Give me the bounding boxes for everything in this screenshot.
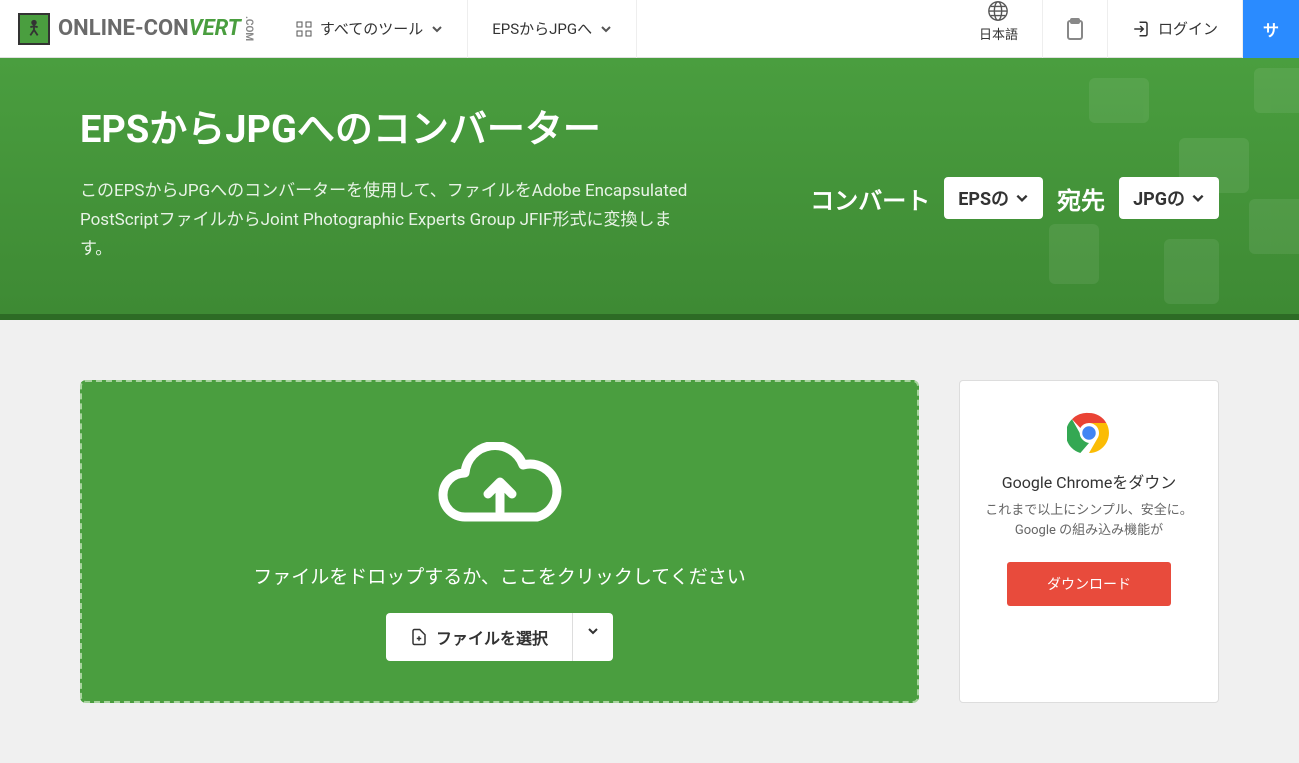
clipboard-icon: [1063, 17, 1087, 41]
signup-button[interactable]: サ: [1243, 0, 1299, 58]
chevron-down-icon: [431, 23, 443, 35]
file-select-label: ファイルを選択: [436, 625, 548, 649]
hero: EPSからJPGへのコンバーター このEPSからJPGへのコンバーターを使用して…: [0, 58, 1299, 314]
hero-row: このEPSからJPGへのコンバーターを使用して、ファイルをAdobe Encap…: [80, 177, 1219, 264]
to-format-label: JPGの: [1133, 185, 1185, 211]
logo-text-1: ONLINE: [58, 16, 135, 41]
ad-download-button[interactable]: ダウンロード: [1007, 562, 1171, 606]
grid-icon: [296, 21, 312, 37]
to-format-button[interactable]: JPGの: [1119, 177, 1219, 219]
nav-all-tools-label: すべてのツール: [320, 18, 423, 39]
chevron-down-icon: [1191, 191, 1205, 205]
chevron-down-icon: [587, 625, 599, 637]
logo-icon: [18, 13, 50, 45]
page-title: EPSからJPGへのコンバーター: [80, 98, 1219, 153]
dropzone-text: ファイルをドロップするか、ここをクリックしてください: [122, 562, 877, 589]
login-icon: [1132, 20, 1150, 38]
nav-login-label: ログイン: [1158, 18, 1218, 39]
hero-description: このEPSからJPGへのコンバーターを使用して、ファイルをAdobe Encap…: [80, 177, 700, 264]
chevron-down-icon: [1015, 191, 1029, 205]
nav-conversion[interactable]: EPSからJPGへ: [468, 0, 637, 58]
file-select-group: ファイルを選択: [386, 613, 613, 661]
nav-language-label: 日本語: [979, 24, 1018, 43]
from-format-label: EPSの: [958, 185, 1009, 211]
file-add-icon: [410, 628, 428, 646]
logo[interactable]: ONLINE-CONVERT.COM: [0, 13, 272, 45]
main: ファイルをドロップするか、ここをクリックしてください ファイルを選択 Googl…: [0, 320, 1299, 763]
to-label: 宛先: [1057, 181, 1105, 216]
chevron-down-icon: [600, 23, 612, 35]
header: ONLINE-CONVERT.COM すべてのツール EPSからJPGへ 日本語…: [0, 0, 1299, 58]
logo-text-2: -CON: [135, 16, 189, 41]
ad-title: Google Chromeをダウン: [980, 469, 1198, 493]
file-select-dropdown[interactable]: [572, 613, 613, 661]
chrome-logo-icon: [1067, 411, 1111, 455]
logo-text-3: VERT: [189, 16, 241, 41]
ad-button-label: ダウンロード: [1047, 577, 1131, 593]
cloud-upload-icon: [122, 442, 877, 542]
signup-button-label: サ: [1263, 17, 1279, 41]
ad-subtitle: これまで以上にシンプル、安全に。Google の組み込み機能が: [980, 501, 1198, 543]
convert-selector: コンバート EPSの 宛先 JPGの: [810, 177, 1219, 219]
file-select-button[interactable]: ファイルを選択: [386, 613, 572, 661]
dropzone[interactable]: ファイルをドロップするか、ここをクリックしてください ファイルを選択: [80, 380, 919, 703]
globe-icon: [987, 0, 1009, 22]
nav-login[interactable]: ログイン: [1108, 0, 1243, 58]
ad-panel: Google Chromeをダウン これまで以上にシンプル、安全に。Google…: [959, 380, 1219, 703]
nav-language[interactable]: 日本語: [955, 0, 1043, 58]
from-format-button[interactable]: EPSの: [944, 177, 1043, 219]
convert-label: コンバート: [810, 181, 930, 216]
nav-conversion-label: EPSからJPGへ: [492, 18, 592, 39]
nav-clipboard[interactable]: [1043, 0, 1108, 58]
nav-all-tools[interactable]: すべてのツール: [272, 0, 468, 58]
logo-suffix: .COM: [243, 16, 254, 41]
